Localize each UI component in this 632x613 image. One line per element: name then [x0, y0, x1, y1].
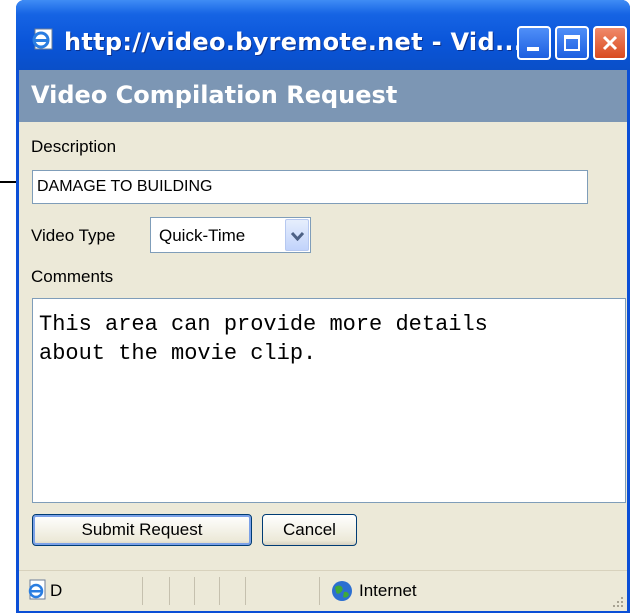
close-icon	[602, 35, 618, 51]
window-title: http://video.byremote.net - Vid...	[64, 28, 524, 56]
minimize-button[interactable]	[517, 26, 551, 60]
ie-page-icon	[28, 579, 46, 600]
submit-request-button[interactable]: Submit Request	[32, 514, 252, 546]
minimize-icon	[527, 47, 539, 51]
popup-window: http://video.byremote.net - Vid... Video…	[16, 0, 630, 613]
title-bar[interactable]: http://video.byremote.net - Vid...	[16, 0, 630, 70]
status-text: D	[50, 581, 63, 600]
status-divider	[142, 577, 143, 605]
zone-text: Internet	[359, 581, 417, 600]
status-divider	[319, 577, 320, 605]
globe-icon	[332, 581, 352, 601]
form-title: Video Compilation Request	[31, 81, 398, 109]
dropdown-button[interactable]	[285, 219, 309, 251]
description-field[interactable]: DAMAGE TO BUILDING	[32, 170, 588, 204]
comments-textarea[interactable]: This area can provide more details about…	[32, 298, 626, 503]
video-type-select[interactable]: Quick-Time	[150, 217, 311, 253]
close-button[interactable]	[593, 26, 627, 60]
form-content: Video Compilation Request Description DA…	[19, 70, 627, 570]
video-type-value: Quick-Time	[159, 226, 246, 245]
status-divider	[194, 577, 195, 605]
status-divider	[245, 577, 246, 605]
video-type-label: Video Type	[31, 226, 116, 245]
status-bar: D Internet	[19, 570, 627, 611]
chevron-down-icon	[291, 231, 304, 241]
comments-label: Comments	[31, 267, 114, 286]
status-divider	[169, 577, 170, 605]
maximize-icon	[564, 35, 580, 51]
description-label: Description	[31, 137, 117, 156]
resize-grip-icon[interactable]	[611, 595, 625, 609]
cancel-button[interactable]: Cancel	[262, 514, 357, 546]
ie-page-icon	[32, 28, 53, 50]
maximize-button[interactable]	[555, 26, 589, 60]
status-divider	[219, 577, 220, 605]
form-header: Video Compilation Request	[19, 70, 627, 122]
